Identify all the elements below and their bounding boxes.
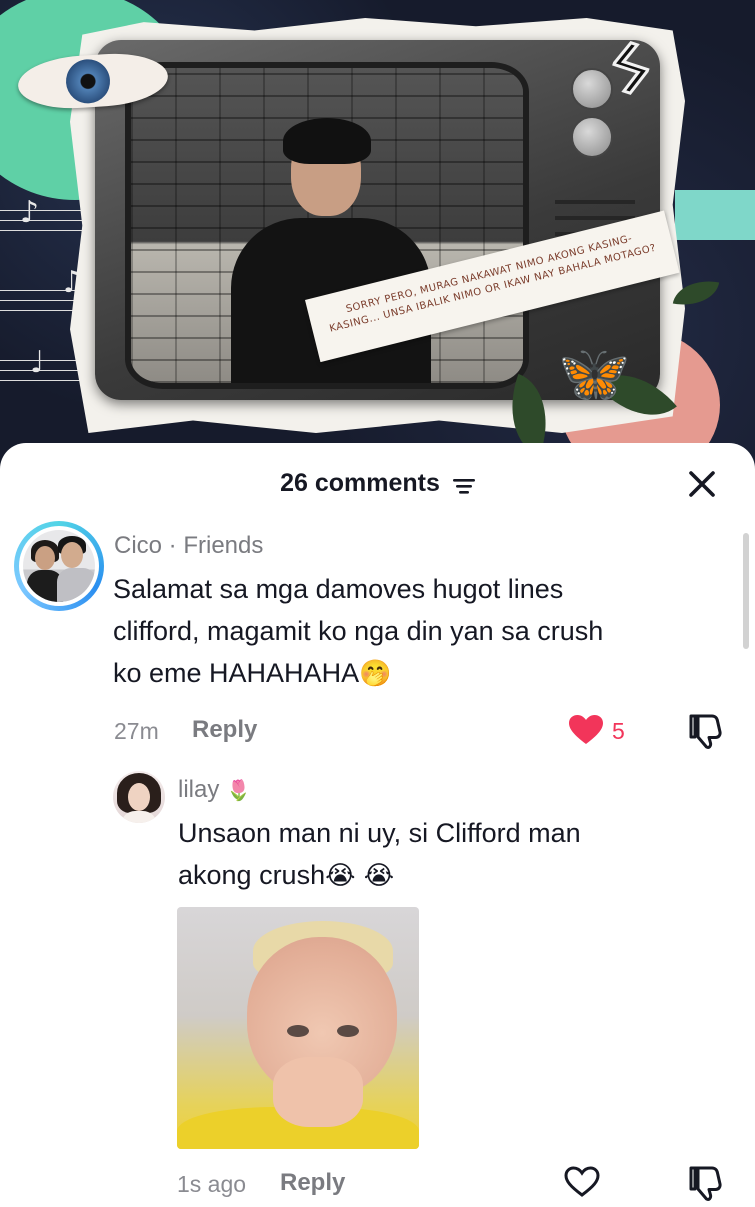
- comment-author[interactable]: Cico · Friends: [114, 532, 263, 560]
- tulip-emoji: 🌷: [226, 778, 251, 802]
- comments-header: 26 comments: [0, 443, 755, 527]
- comment-timestamp: 1s ago: [177, 1171, 247, 1197]
- heart-filled-icon[interactable]: [568, 714, 604, 746]
- comments-count: 26 comments: [280, 469, 440, 497]
- comment-author[interactable]: lilay 🌷: [178, 776, 251, 804]
- username[interactable]: lilay: [178, 776, 219, 803]
- post-image: ♪ ♫ ♩ ϟ SORRY PERO, MURAG NAKAWAT NIMO A…: [0, 0, 755, 470]
- avatar[interactable]: [14, 521, 104, 611]
- emoji: 😭 😭: [325, 861, 395, 891]
- sort-filter-icon[interactable]: [452, 473, 475, 494]
- friend-label: · Friends: [162, 532, 264, 559]
- comment-text: Unsaon man ni uy, si Clifford man akong …: [178, 812, 581, 897]
- comment-line: Salamat sa mga damoves hugot lines: [113, 574, 564, 604]
- heart-outline-icon[interactable]: [564, 1166, 600, 1198]
- username[interactable]: Cico: [114, 532, 162, 559]
- dislike-icon[interactable]: [688, 712, 724, 750]
- avatar[interactable]: [113, 771, 165, 823]
- emoji: 🤭: [359, 659, 392, 689]
- comments-title: 26 comments: [0, 469, 755, 498]
- reply-button[interactable]: Reply: [280, 1169, 345, 1197]
- reply-button[interactable]: Reply: [192, 716, 257, 744]
- comment-line: akong crush😭 😭: [178, 860, 395, 891]
- butterfly-sticker: 🦋: [550, 335, 634, 412]
- comment-timestamp: 27m: [114, 718, 159, 744]
- comment-text: Salamat sa mga damoves hugot lines cliff…: [113, 568, 603, 695]
- teal-strip: [675, 190, 755, 240]
- comment-line: clifford, magamit ko nga din yan sa crus…: [113, 616, 604, 646]
- comment-image[interactable]: [177, 907, 419, 1149]
- comment-line: ko eme HAHAHAHA🤭: [113, 658, 392, 689]
- dislike-icon[interactable]: [688, 1164, 724, 1201]
- close-icon[interactable]: [685, 467, 719, 501]
- like-count: 5: [612, 718, 625, 744]
- scrollbar[interactable]: [743, 533, 749, 649]
- comment-line: Unsaon man ni uy, si Clifford man: [178, 818, 581, 848]
